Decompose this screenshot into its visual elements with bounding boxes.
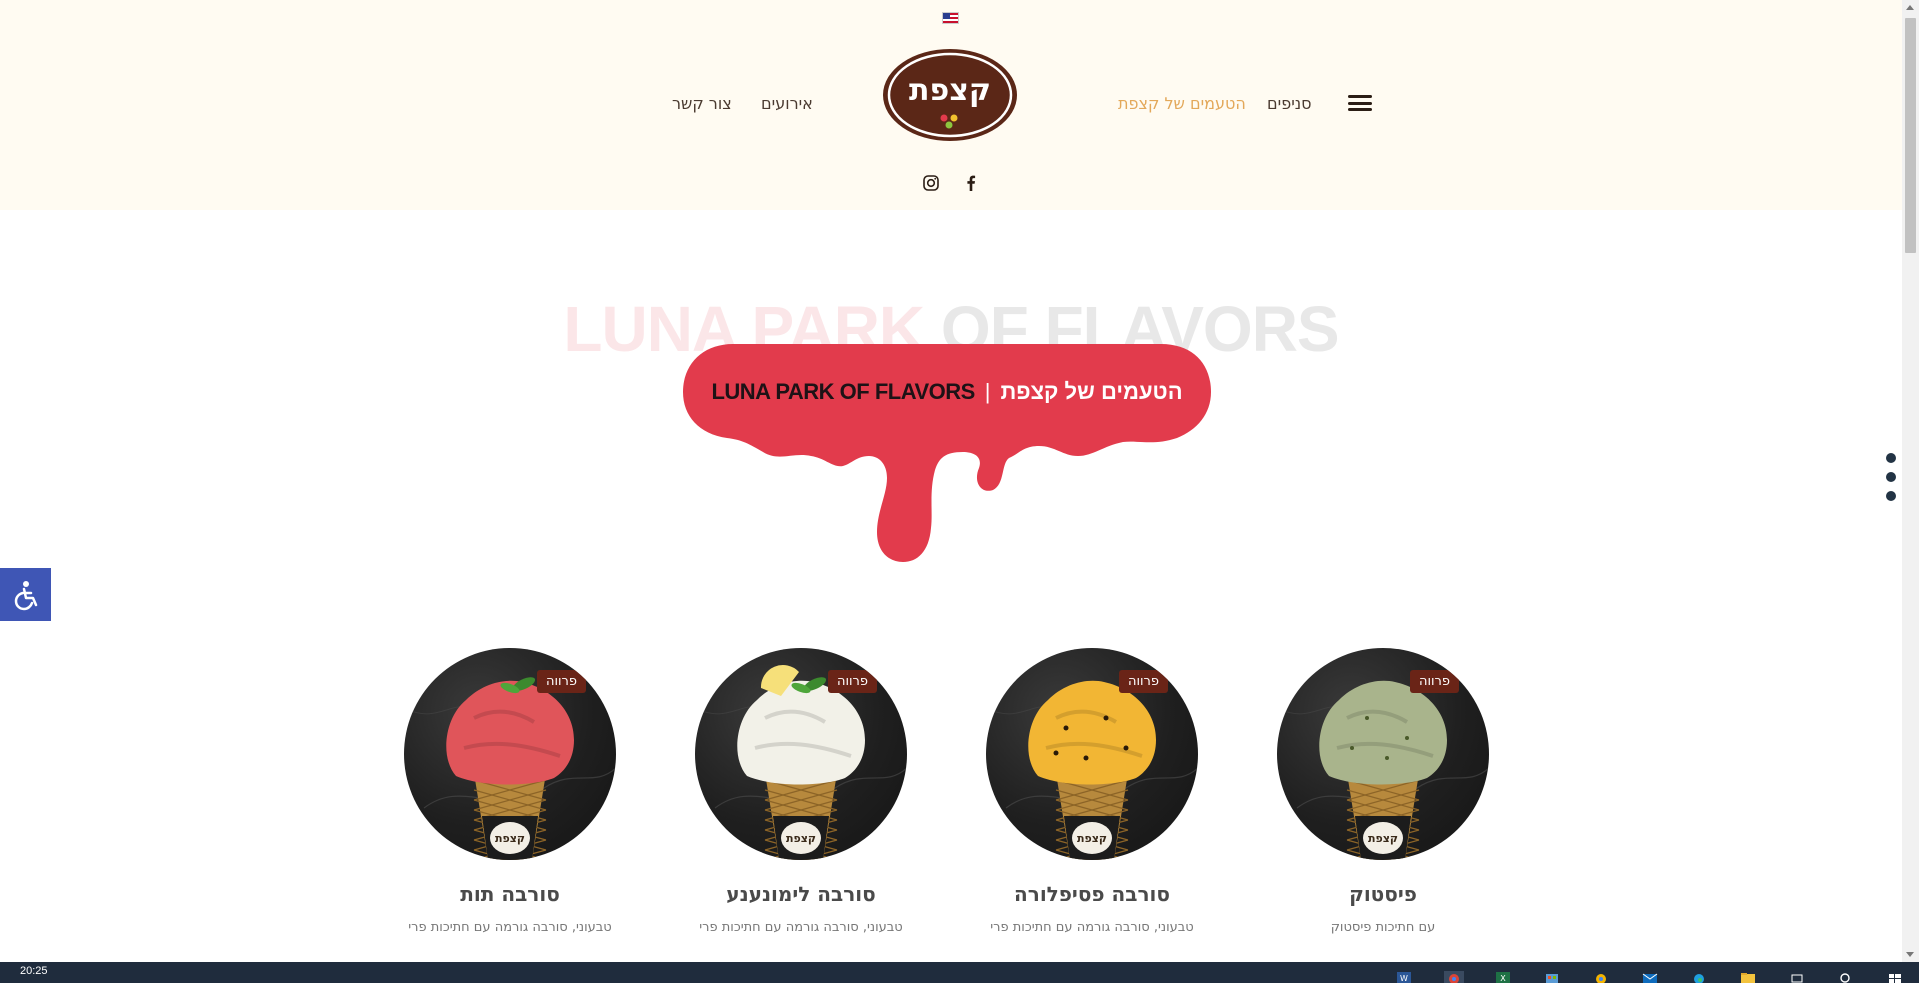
scroll-down-arrow-icon[interactable]	[1906, 952, 1914, 957]
mail-icon[interactable]	[1640, 971, 1660, 983]
accessibility-button[interactable]	[0, 568, 51, 621]
product-card[interactable]: קצפת פרווה פיסטוק עם חתיכות פיסטוק	[1253, 648, 1513, 935]
product-description: טבעוני, סורבה גורמה עם חתיכות פרי	[990, 920, 1194, 935]
ice-cream-scoop	[446, 680, 574, 785]
product-name[interactable]: סורבה תות	[380, 882, 640, 906]
pistachio-piece	[1365, 716, 1369, 720]
product-description: עם חתיכות פיסטוק	[1330, 920, 1436, 935]
product-description: טבעוני, סורבה גורמה עם חתיכות פרי	[699, 920, 903, 935]
pistachio-piece	[1405, 736, 1409, 740]
hero-banner-title: הטעמים של קצפת | LUNA PARK OF FLAVORS	[683, 372, 1211, 412]
cone-logo-text: קצפת	[786, 832, 816, 845]
product-card[interactable]: קצפת פרווה סורבה פסיפלורה טבעוני, סורבה …	[962, 648, 1222, 935]
cone-logo-text: קצפת	[1368, 832, 1398, 845]
scroll-up-arrow-icon[interactable]	[1906, 5, 1914, 10]
wheelchair-icon	[14, 580, 37, 610]
scrollbar-thumb[interactable]	[1905, 18, 1916, 253]
windows-start-icon[interactable]	[1885, 971, 1905, 983]
product-name[interactable]: סורבה פסיפלורה	[962, 882, 1222, 906]
banner-separator: |	[984, 379, 991, 404]
menu-hamburger-icon[interactable]	[1348, 95, 1372, 111]
parve-badge: פרווה	[536, 670, 586, 693]
product-image[interactable]: קצפת פרווה	[1277, 648, 1489, 860]
svg-text:X: X	[1500, 974, 1506, 983]
file-explorer-icon[interactable]	[1738, 971, 1758, 983]
passion-fruit-seed	[1063, 725, 1069, 731]
product-card[interactable]: קצפת פרווה סורבה תות טבעוני, סורבה גורמה…	[380, 648, 640, 935]
facebook-icon[interactable]	[960, 172, 982, 194]
site-logo[interactable]: קצפת	[882, 48, 1018, 142]
product-image[interactable]: קצפת פרווה	[404, 648, 616, 860]
nav-branches-link[interactable]: סניפים	[1267, 94, 1312, 113]
product-description: טבעוני, סורבה גורמה עם חתיכות פרי	[408, 920, 612, 935]
section-dot-3[interactable]	[1886, 491, 1896, 501]
chrome-icon-2[interactable]	[1591, 971, 1611, 983]
parve-badge: פרווה	[827, 670, 877, 693]
os-taskbar: 20:25 W X	[0, 962, 1919, 983]
site-header: צור קשר אירועים קצפת הטעמים של קצפת סניפ…	[0, 0, 1902, 210]
passion-fruit-seed	[1053, 750, 1059, 756]
store-icon[interactable]	[1542, 971, 1562, 983]
search-icon[interactable]	[1836, 971, 1856, 983]
pistachio-piece	[1385, 756, 1389, 760]
excel-icon[interactable]: X	[1493, 971, 1513, 983]
ice-cream-scoop	[1028, 680, 1156, 785]
product-name[interactable]: סורבה לימונענע	[671, 882, 931, 906]
product-name[interactable]: פיסטוק	[1253, 882, 1513, 906]
section-dot-1[interactable]	[1886, 453, 1896, 463]
word-icon[interactable]: W	[1394, 971, 1414, 983]
nav-contact-link[interactable]: צור קשר	[672, 94, 732, 113]
ice-cream-scoop	[737, 680, 865, 785]
banner-english-title: LUNA PARK OF FLAVORS	[711, 379, 975, 404]
passion-fruit-seed	[1083, 755, 1089, 761]
products-grid: קצפת פרווה סורבה תות טבעוני, סורבה גורמה…	[380, 648, 1520, 948]
ice-cream-scoop	[1319, 680, 1447, 785]
edge-icon[interactable]	[1689, 971, 1709, 983]
parve-badge: פרווה	[1118, 670, 1168, 693]
nav-events-link[interactable]: אירועים	[761, 94, 813, 113]
cone-logo-text: קצפת	[1077, 832, 1107, 845]
svg-text:W: W	[1400, 974, 1408, 983]
page-scrollbar[interactable]	[1902, 0, 1919, 962]
instagram-icon[interactable]	[920, 172, 942, 194]
product-card[interactable]: קצפת פרווה סורבה לימונענע טבעוני, סורבה …	[671, 648, 931, 935]
passion-fruit-seed	[1123, 745, 1129, 751]
us-flag-icon[interactable]	[942, 12, 959, 24]
product-image[interactable]: קצפת פרווה	[695, 648, 907, 860]
logo-text: קצפת	[909, 73, 991, 108]
section-dot-2[interactable]	[1886, 472, 1896, 482]
nav-flavors-link[interactable]: הטעמים של קצפת	[1118, 94, 1246, 113]
product-image[interactable]: קצפת פרווה	[986, 648, 1198, 860]
parve-badge: פרווה	[1409, 670, 1459, 693]
task-view-icon[interactable]	[1787, 971, 1807, 983]
chrome-icon[interactable]	[1444, 971, 1464, 983]
taskbar-clock: 20:25	[20, 965, 48, 977]
pistachio-piece	[1350, 746, 1354, 750]
passion-fruit-seed	[1103, 715, 1109, 721]
section-dots-navigation	[1886, 453, 1896, 501]
cone-logo-text: קצפת	[495, 832, 525, 845]
banner-hebrew-title: הטעמים של קצפת	[1000, 379, 1183, 404]
